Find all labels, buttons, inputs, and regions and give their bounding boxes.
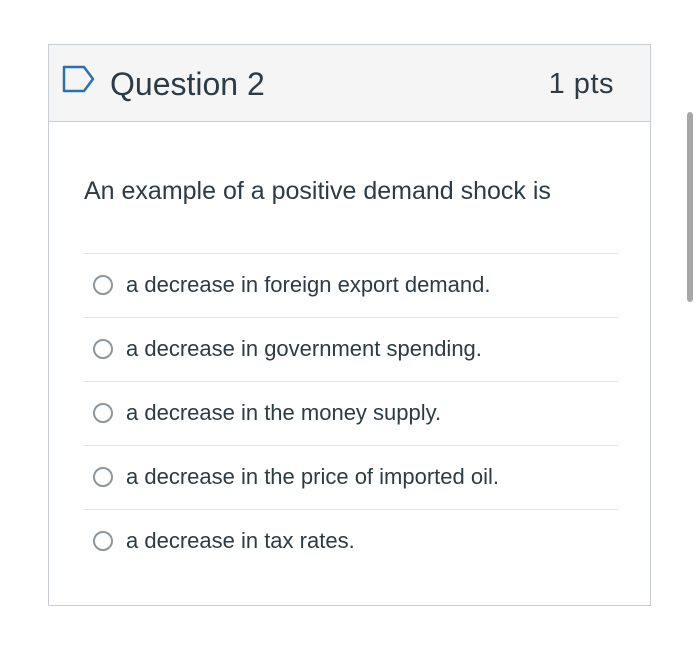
answer-list: a decrease in foreign export demand. a d…: [84, 253, 618, 573]
question-points: 1 pts: [548, 68, 614, 100]
radio-button[interactable]: [93, 403, 113, 423]
answer-label[interactable]: a decrease in government spending.: [126, 334, 482, 364]
answer-label[interactable]: a decrease in tax rates.: [126, 526, 355, 556]
answer-option[interactable]: a decrease in foreign export demand.: [84, 253, 618, 317]
radio-button[interactable]: [93, 531, 113, 551]
question-text: An example of a positive demand shock is: [84, 177, 551, 205]
radio-button[interactable]: [93, 467, 113, 487]
answer-option[interactable]: a decrease in government spending.: [84, 317, 618, 381]
answer-label[interactable]: a decrease in the money supply.: [126, 398, 441, 428]
flag-question-icon[interactable]: [62, 65, 96, 93]
answer-label[interactable]: a decrease in the price of imported oil.: [126, 462, 499, 492]
question-card: Question 2 1 pts An example of a positiv…: [48, 44, 651, 606]
question-title: Question 2: [110, 66, 265, 102]
answer-label[interactable]: a decrease in foreign export demand.: [126, 270, 490, 300]
radio-button[interactable]: [93, 275, 113, 295]
scrollbar[interactable]: [687, 112, 693, 302]
question-header: Question 2 1 pts: [49, 45, 650, 122]
radio-button[interactable]: [93, 339, 113, 359]
answer-option[interactable]: a decrease in the money supply.: [84, 381, 618, 445]
answer-option[interactable]: a decrease in tax rates.: [84, 509, 618, 573]
answer-option[interactable]: a decrease in the price of imported oil.: [84, 445, 618, 509]
